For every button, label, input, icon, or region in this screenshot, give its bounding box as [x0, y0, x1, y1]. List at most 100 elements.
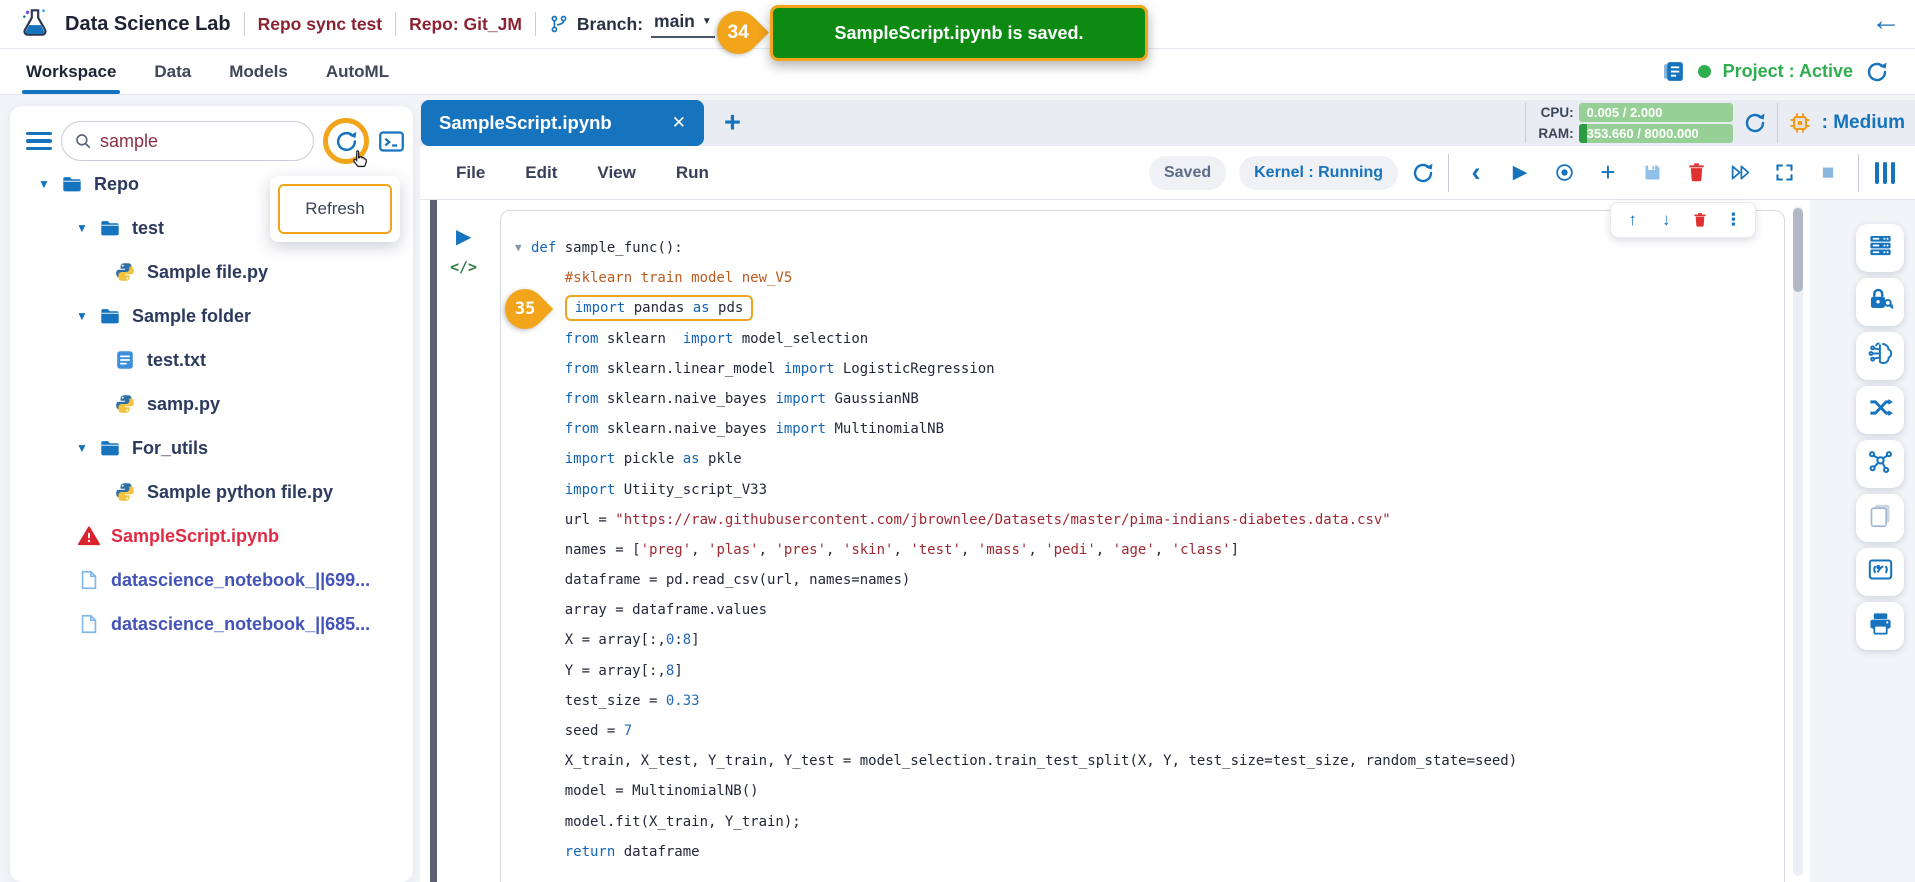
search-input[interactable]: [100, 130, 301, 152]
move-down-icon[interactable]: ↓: [1654, 210, 1678, 230]
code-line-3[interactable]: 35 import pandas as pds: [496, 281, 1517, 338]
code-token: model.fit(X_train, Y_train);: [564, 813, 801, 830]
code-token: import: [682, 330, 734, 347]
run-cell-icon[interactable]: ▶: [1506, 159, 1534, 187]
columns-layout-icon[interactable]: [1875, 161, 1895, 184]
code-line-10[interactable]: url = "https://raw.githubusercontent.com…: [531, 505, 1517, 535]
tree-item-test-txt[interactable]: test.txt: [10, 338, 413, 382]
menu-view[interactable]: View: [597, 163, 635, 183]
caret-down-icon[interactable]: ▼: [74, 221, 90, 235]
fold-caret-icon[interactable]: ▼: [515, 233, 522, 263]
tree-item-samp-py[interactable]: samp.py: [10, 382, 413, 426]
code-line-11[interactable]: names = ['preg', 'plas', 'pres', 'skin',…: [531, 535, 1517, 565]
stop-icon[interactable]: ■: [1814, 159, 1842, 187]
project-logs-icon[interactable]: [1661, 59, 1686, 84]
tree-item-datascience-notebook-699[interactable]: datascience_notebook_||699...: [10, 558, 413, 602]
resources-refresh-icon[interactable]: [1743, 111, 1767, 135]
code-line-9[interactable]: import Utiity_script_V33: [531, 475, 1517, 505]
rail-button-server-rack[interactable]: [1856, 224, 1904, 272]
run-all-icon[interactable]: [1726, 159, 1754, 187]
tree-item-sample-folder[interactable]: ▼ Sample folder: [10, 294, 413, 338]
delete-icon[interactable]: [1682, 159, 1710, 187]
explorer-refresh-button[interactable]: [323, 118, 369, 168]
code-line-16[interactable]: test_size = 0.33: [531, 686, 1517, 716]
code-token: 'mass': [977, 541, 1029, 558]
rail-button-lock-key[interactable]: [1856, 278, 1904, 326]
code-line-5[interactable]: from sklearn.linear_model import Logisti…: [531, 354, 1517, 384]
menu-file[interactable]: File: [456, 163, 485, 183]
header-repo-name[interactable]: Repo: Git_JM: [409, 14, 522, 35]
branch-value[interactable]: main ▼: [651, 11, 715, 38]
tab-data[interactable]: Data: [154, 49, 191, 94]
documents-icon: [1867, 502, 1894, 534]
rail-button-documents[interactable]: [1856, 494, 1904, 542]
ram-label: RAM:: [1538, 126, 1574, 141]
caret-down-icon[interactable]: ▼: [74, 309, 90, 323]
code-line-20[interactable]: model.fit(X_train, Y_train);: [531, 807, 1517, 837]
code-line-17[interactable]: seed = 7: [531, 716, 1517, 746]
tab-workspace[interactable]: Workspace: [21, 49, 121, 94]
rail-button-ai-brain[interactable]: [1856, 332, 1904, 380]
rail-button-network[interactable]: [1856, 440, 1904, 488]
more-icon[interactable]: ⋮: [1721, 210, 1745, 230]
rail-button-function-window[interactable]: [1856, 548, 1904, 596]
move-up-icon[interactable]: ↑: [1621, 210, 1645, 230]
tree-item-for-utils[interactable]: ▼ For_utils: [10, 426, 413, 470]
tree-item-sample-python-file-py[interactable]: Sample python file.py: [10, 470, 413, 514]
code-line-21[interactable]: return dataframe: [531, 837, 1517, 867]
code-line-18[interactable]: X_train, X_test, Y_train, Y_test = model…: [531, 746, 1517, 776]
save-icon[interactable]: [1638, 159, 1666, 187]
terminal-icon[interactable]: [378, 128, 405, 155]
code-editor[interactable]: ▼ def sample_func(): #sklearn train model…: [496, 233, 1517, 867]
code-line-8[interactable]: import pickle as pkle: [531, 444, 1517, 474]
header-repo-sync-test[interactable]: Repo sync test: [258, 14, 382, 35]
chevron-left-icon[interactable]: ‹: [1462, 157, 1490, 187]
code-line-12[interactable]: dataframe = pd.read_csv(url, names=names…: [531, 565, 1517, 595]
new-tab-button[interactable]: +: [724, 100, 741, 146]
menu-edit[interactable]: Edit: [525, 163, 557, 183]
code-line-1[interactable]: ▼ def sample_func():: [515, 233, 1517, 263]
add-cell-icon[interactable]: +: [1594, 157, 1622, 187]
tree-item-sample-file-py[interactable]: Sample file.py: [10, 250, 413, 294]
tab-title: SampleScript.ipynb: [439, 112, 612, 133]
code-line-15[interactable]: Y = array[:,8]: [531, 656, 1517, 686]
code-token: sample_func():: [556, 240, 683, 256]
fullscreen-icon[interactable]: [1770, 159, 1798, 187]
branch-selector[interactable]: Branch: main ▼: [549, 11, 715, 38]
tree-item-datascience-notebook-685[interactable]: datascience_notebook_||685...: [10, 602, 413, 646]
code-token: 8: [682, 632, 692, 649]
code-line-6[interactable]: from sklearn.naive_bayes import Gaussian…: [531, 384, 1517, 414]
code-line-7[interactable]: from sklearn.naive_bayes import Multinom…: [531, 414, 1517, 444]
code-line-14[interactable]: X = array[:,0:8]: [531, 625, 1517, 655]
delete-cell-icon[interactable]: [1688, 212, 1712, 228]
tab-automl[interactable]: AutoML: [326, 49, 389, 94]
caret-down-icon[interactable]: ▼: [36, 177, 52, 191]
scrollbar-thumb[interactable]: [1793, 208, 1803, 292]
code-line-2[interactable]: #sklearn train model new_V5: [531, 263, 1517, 293]
back-arrow-icon[interactable]: ←: [1871, 4, 1901, 38]
rail-button-shuffle[interactable]: [1856, 386, 1904, 434]
tree-item-samplescript-ipynb[interactable]: SampleScript.ipynb: [10, 514, 413, 558]
tree-item-label: test: [132, 217, 165, 238]
editor-scrollbar[interactable]: [1793, 206, 1803, 876]
tree-item-label: Repo: [94, 173, 139, 194]
kernel-refresh-icon[interactable]: [1411, 161, 1435, 185]
target-icon[interactable]: [1550, 159, 1578, 187]
file-search-box[interactable]: [61, 121, 314, 161]
tab-samplescript[interactable]: SampleScript.ipynb ✕: [421, 100, 704, 146]
code-line-19[interactable]: model = MultinomialNB(): [531, 776, 1517, 806]
rail-button-printer[interactable]: [1856, 602, 1904, 650]
tab-models[interactable]: Models: [229, 49, 288, 94]
close-icon[interactable]: ✕: [672, 113, 686, 133]
project-refresh-icon[interactable]: [1865, 60, 1889, 84]
code-line-13[interactable]: array = dataframe.values: [531, 595, 1517, 625]
run-cell-icon[interactable]: ▶: [456, 224, 471, 249]
code-line-4[interactable]: from sklearn import model_selection: [531, 324, 1517, 354]
menu-run[interactable]: Run: [676, 163, 709, 183]
menu-hamburger-icon[interactable]: [26, 131, 52, 151]
caret-down-icon[interactable]: ▼: [74, 441, 90, 455]
instance-size-label[interactable]: : Medium: [1822, 112, 1905, 134]
resource-monitor: CPU: 0.005 / 2.000 RAM: 353.660 / 8000.0…: [1524, 100, 1915, 146]
